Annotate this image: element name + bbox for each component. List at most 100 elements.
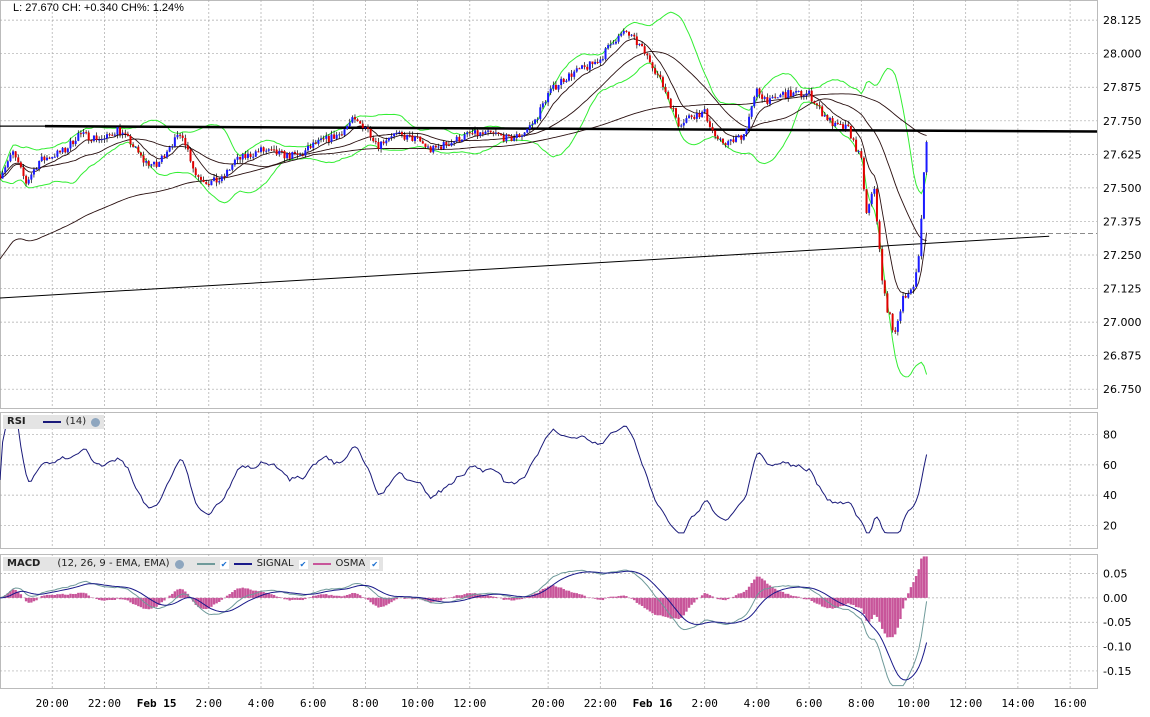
candle	[904, 293, 907, 299]
osma-bar	[515, 597, 518, 600]
settings-gear-icon[interactable]	[174, 559, 184, 569]
candle	[254, 149, 257, 158]
osma-bar	[304, 597, 307, 600]
candle	[361, 120, 364, 132]
candle	[607, 43, 610, 50]
osma-bar	[899, 597, 902, 620]
osma-bar	[204, 597, 208, 610]
candle-body	[479, 132, 482, 136]
candle	[836, 119, 839, 125]
osma-bar	[854, 597, 858, 608]
candle	[526, 128, 529, 134]
osma-bar	[559, 587, 563, 598]
candle	[434, 145, 437, 149]
osma-label: OSMA	[335, 558, 366, 569]
osma-bar	[789, 595, 793, 598]
macd-toggle-checkbox[interactable]: ✔	[219, 559, 229, 569]
osma-bar	[682, 597, 686, 616]
osma-bar	[794, 596, 798, 598]
candle-body	[779, 94, 782, 98]
candle	[883, 279, 886, 296]
candle-body	[186, 145, 189, 150]
candle-body	[886, 293, 889, 313]
candle	[87, 130, 90, 144]
candle-body	[899, 311, 902, 321]
candle-body	[562, 78, 565, 83]
osma-bar	[97, 597, 101, 600]
osma-bar	[685, 597, 688, 612]
candle-body	[197, 175, 200, 177]
osma-bar	[630, 597, 633, 599]
osma-bar	[693, 597, 696, 603]
candle-body	[126, 133, 129, 136]
candle-body	[338, 134, 341, 136]
candle-body	[56, 150, 59, 157]
rsi-params: (14)	[65, 416, 87, 427]
osma-bar	[82, 592, 85, 598]
candle-body	[207, 183, 210, 186]
osma-bar	[810, 597, 813, 602]
macd-line	[0, 569, 928, 687]
osma-bar	[293, 597, 297, 600]
candle	[688, 113, 691, 119]
osma-bar	[619, 595, 623, 598]
candle-body	[59, 150, 62, 153]
candle	[562, 77, 565, 85]
osma-bar	[137, 597, 140, 607]
osma-bar	[894, 597, 897, 635]
candle-body	[79, 133, 82, 135]
osma-bar	[575, 593, 579, 598]
osma-bar	[56, 594, 59, 598]
candle	[194, 167, 197, 178]
candle-body	[737, 135, 740, 138]
osma-bar	[737, 593, 740, 598]
candle	[186, 141, 189, 152]
candle	[575, 65, 578, 73]
candle	[466, 130, 469, 138]
x-axis-tick-label: Feb 16	[633, 697, 673, 710]
candle-body	[359, 121, 362, 124]
osma-toggle-checkbox[interactable]: ✔	[370, 559, 380, 569]
candle-body	[293, 152, 296, 154]
candle-body	[735, 137, 738, 142]
x-axis-tick-label: 10:00	[897, 697, 930, 710]
osma-bar	[338, 595, 341, 598]
candle-body	[145, 161, 148, 163]
candle	[907, 290, 910, 299]
candle	[147, 159, 150, 169]
candle	[260, 145, 262, 154]
osma-bar	[771, 586, 774, 598]
osma-bar	[134, 597, 137, 605]
osma-bar	[912, 582, 915, 598]
chart-canvas[interactable]: 28.125 28.000 27.875 27.750 27.625 27.500 27.3…	[0, 0, 1150, 717]
candle-body	[518, 134, 521, 137]
candle-body	[382, 141, 385, 144]
candle	[920, 214, 923, 260]
candle-body	[17, 157, 20, 163]
osma-bar	[437, 597, 440, 601]
rsi-legend: RSI (14)	[3, 415, 105, 429]
candle-body	[909, 289, 912, 294]
signal-toggle-checkbox[interactable]: ✔	[298, 559, 308, 569]
candle-body	[280, 150, 283, 152]
osma-bar	[445, 597, 448, 599]
osma-bar	[653, 597, 657, 615]
candle-body	[333, 134, 336, 139]
candle-body	[802, 95, 805, 97]
candle-body	[74, 140, 77, 145]
osma-bar	[403, 597, 406, 599]
candle-body	[868, 204, 871, 213]
settings-gear-icon[interactable]	[91, 417, 101, 427]
osma-bar	[486, 595, 490, 598]
candle	[567, 72, 570, 82]
candle-body	[682, 122, 685, 126]
candle	[557, 84, 560, 93]
candle-body	[761, 94, 764, 99]
candle-body	[364, 127, 367, 129]
candle-body	[690, 115, 693, 117]
candle-body	[286, 153, 289, 159]
osma-bar	[126, 597, 130, 601]
candle-body	[199, 176, 202, 180]
osma-bar	[643, 597, 646, 609]
candle-body	[578, 68, 581, 70]
